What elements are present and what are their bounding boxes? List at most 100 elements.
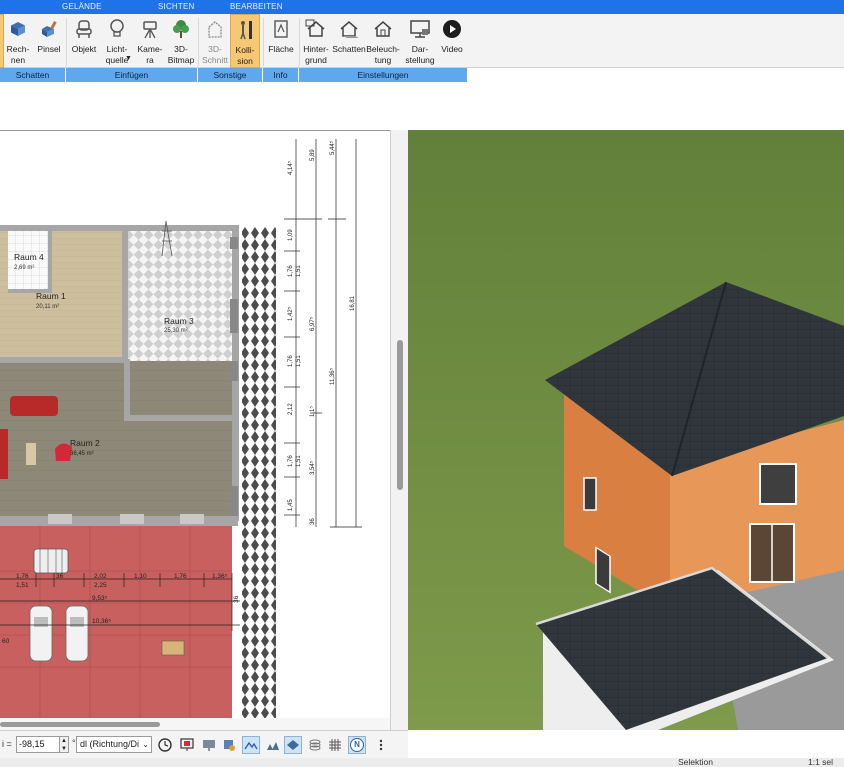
room-area: 25,30 m² [164,328,188,334]
status-selection: 1:1 sel [808,757,834,767]
dim-label: 6,97⁵ [309,316,316,331]
scrollbar-thumb[interactable] [0,722,160,727]
plan-horizontal-scrollbar[interactable] [0,718,390,730]
cube-icon [7,18,29,40]
ribbon: Rech- nen Pinsel Objekt Licht- quelle ▼ [0,14,844,68]
pinsel-label: Pinsel [37,44,61,54]
dim-label: 5,44⁵ [329,140,336,155]
north-label: N [350,738,364,752]
terrain-icon[interactable] [242,736,260,754]
car-left[interactable] [29,605,53,662]
rechnen-button[interactable]: Rech- nen [4,14,32,68]
room-area: 20,11 m² [36,304,59,310]
dropdown-arrow-icon[interactable]: ▼ [125,55,132,62]
hedge [242,227,276,718]
garage-object[interactable] [33,548,69,574]
mode-select[interactable]: dl (Richtung/Di ⌄ [76,736,152,753]
scrollbar-thumb[interactable] [397,340,403,490]
3d-view[interactable] [408,130,844,730]
darstellung-label: Dar- stellung [405,44,435,65]
dim-label: 10,36⁵ [92,618,111,625]
dim-label: 2,02 [94,573,107,580]
group-einfuegen: Einfügen [66,68,198,82]
dim-label: 1,76 [288,265,294,277]
3d-scene[interactable] [408,130,844,730]
flaeche-button[interactable]: Fläche [265,14,297,68]
bottom-toolbar: i = -98,15 ▲ ▼ ° dl (Richtung/Di ⌄ N [0,730,408,758]
kollision-label: Kolli- sion [235,45,255,66]
person-wall-icon [234,19,256,41]
room-name: Raum 4 [14,252,44,262]
layer-icon[interactable] [284,736,302,754]
beleuchtung-button[interactable]: Beleuch- tung [366,14,400,68]
pinsel-button[interactable]: Pinsel [34,14,64,68]
flaeche-label: Fläche [268,44,294,54]
window-marker [120,514,144,524]
separator [263,18,264,66]
bottom-right-area [408,730,844,758]
dim-label: 11,36⁵ [329,367,336,385]
dim-label: 36 [233,595,240,603]
ribbon-group-bar: Schatten Einfügen Sonstige Info Einstell… [0,68,844,82]
status-mode: Selektion [678,757,713,767]
room-area: 36,45 m² [70,451,94,457]
floor-plan-canvas[interactable]: Raum 4 2,69 m² Raum 1 20,11 m² Raum 3 25… [0,131,390,718]
darstellung-button[interactable]: Dar- stellung [402,14,438,68]
tab-bearbeiten[interactable]: BEARBEITEN [230,2,283,11]
sofa-side[interactable] [0,429,8,479]
monitor-icon[interactable] [200,736,218,754]
north-icon[interactable]: N [348,736,366,754]
dim-label: 60 [2,638,10,645]
kollision-button[interactable]: Kolli- sion [230,14,260,68]
plan-vertical-scrollbar[interactable] [390,130,408,730]
clock-icon[interactable] [156,736,174,754]
schnitt3d-button[interactable]: 3D- Schnitt [200,14,230,68]
window-3d [759,463,797,505]
rechnen-label: Rech- nen [6,44,30,65]
angle-spinner[interactable]: ▲ ▼ [60,736,69,753]
sofa[interactable] [10,396,58,416]
dim-label: 1,76 [174,573,187,580]
section-cut-icon [204,18,226,40]
video-label: Video [441,44,463,54]
area-sheet-icon [270,18,292,40]
stack-icon[interactable] [306,736,324,754]
bitmap3d-button[interactable]: 3D- Bitmap [166,14,196,68]
dim-label: 2,12 [288,403,294,415]
hintergrund-button[interactable]: Hinter- grund [300,14,332,68]
window-marker [230,361,238,381]
floor-plan-view[interactable]: Raum 4 2,69 m² Raum 1 20,11 m² Raum 3 25… [0,130,390,718]
kamera-button[interactable]: Kame- ra [134,14,166,68]
schatten-label: Schatten [332,44,366,54]
objekt-label: Objekt [71,44,97,54]
paint-icon[interactable] [220,736,238,754]
dim-label: 36 [56,573,64,580]
mode-select-value: dl (Richtung/Di [80,739,140,749]
tab-sichten[interactable]: SICHTEN [158,2,195,11]
dim-label: 1,42⁵ [287,306,294,321]
schatten-button[interactable]: Schatten [332,14,366,68]
house-shadow-icon [338,18,360,40]
dim-label: 4,14⁵ [287,160,294,175]
car-right[interactable] [65,605,89,662]
group-info: Info [263,68,299,82]
beleuchtung-label: Beleuch- tung [366,44,400,65]
garage-crate[interactable] [161,640,185,656]
hintergrund-label: Hinter- grund [303,44,329,65]
raum2-floor [0,361,232,521]
more-icon[interactable] [372,736,390,754]
lichtquelle-button[interactable]: Licht- quelle ▼ [100,14,134,68]
presentation-icon[interactable] [178,736,196,754]
objekt-button[interactable]: Objekt [68,14,100,68]
trees-icon[interactable] [264,736,282,754]
side-table[interactable] [26,443,36,465]
window-marker [48,514,72,524]
dim-label: 36 [310,518,316,525]
tree-icon [170,18,192,40]
tab-gelaende[interactable]: GELÄNDE [62,2,102,11]
grid-icon[interactable] [326,736,344,754]
angle-input[interactable]: -98,15 [16,736,60,753]
video-button[interactable]: Video [438,14,466,68]
window-marker [230,299,238,333]
group-einstellungen: Einstellungen [299,68,468,82]
